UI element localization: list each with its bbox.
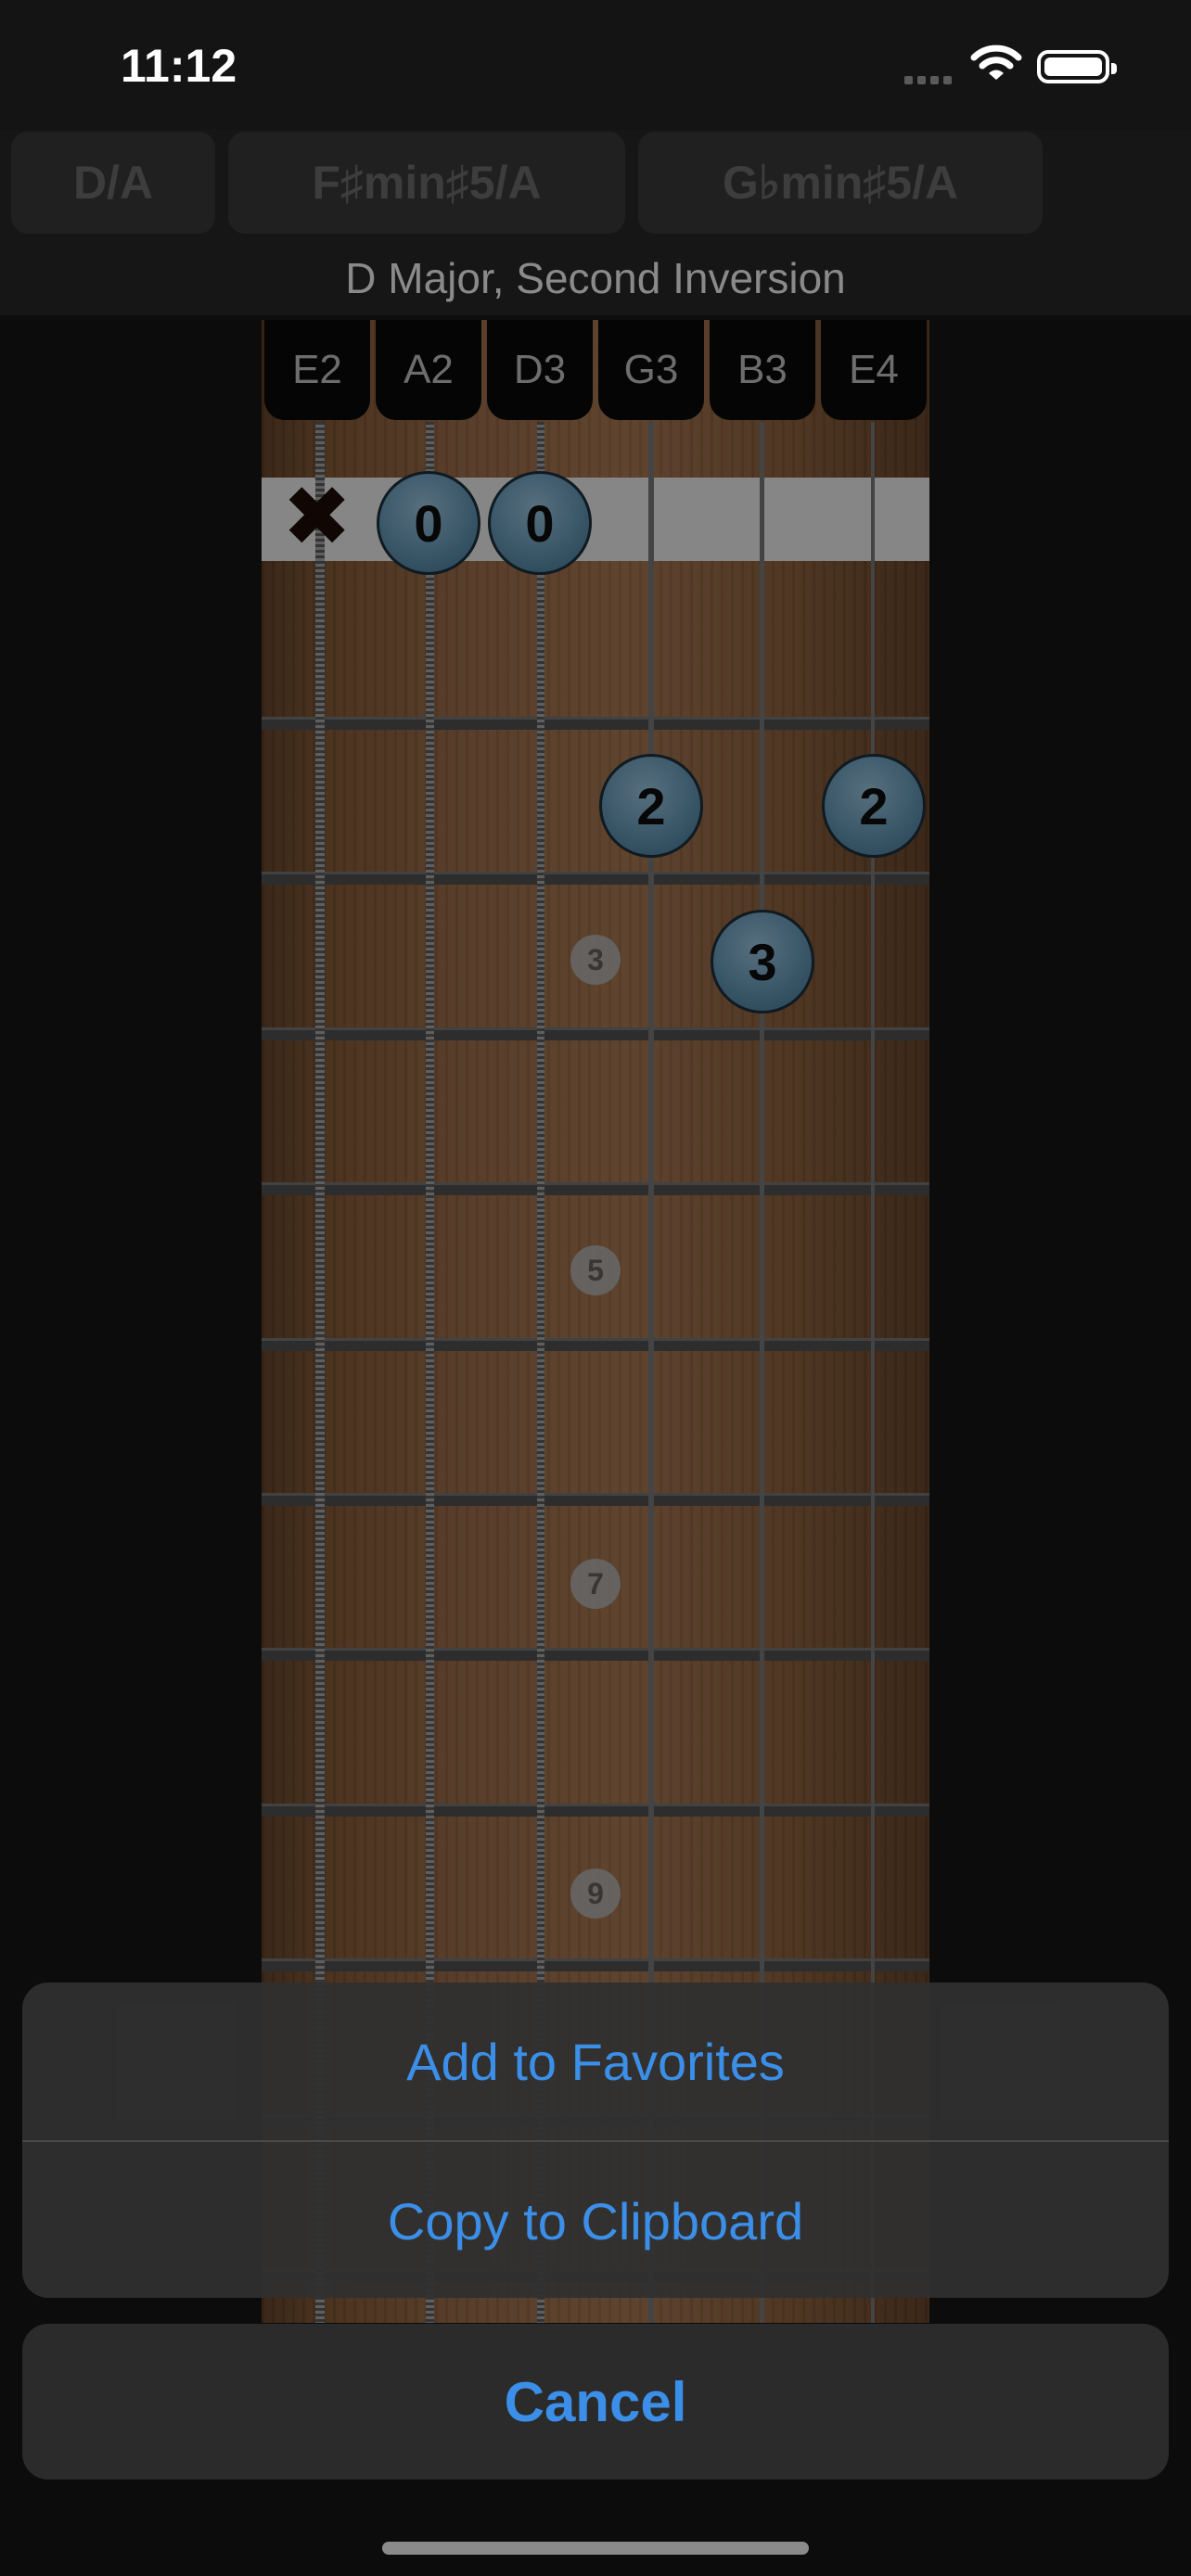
cellular-signal-icon [904, 70, 956, 88]
string-labels: E2 A2 D3 G3 B3 E4 [262, 320, 929, 422]
open-string-d3[interactable]: 0 [488, 471, 592, 575]
fret-marker-3: 3 [570, 935, 621, 985]
finger-g3[interactable]: 2 [599, 754, 703, 858]
wifi-icon [970, 43, 1022, 87]
string-label-b3: B3 [710, 320, 815, 420]
fret-marker-5: 5 [570, 1245, 621, 1295]
string-label-d3: D3 [487, 320, 593, 420]
status-bar: 11:12 [0, 0, 1191, 130]
battery-icon [1037, 50, 1117, 83]
status-time: 11:12 [121, 40, 237, 92]
action-sheet: Add to Favorites Copy to Clipboard [22, 1983, 1169, 2298]
copy-to-clipboard-button[interactable]: Copy to Clipboard [22, 2142, 1169, 2298]
cancel-button[interactable]: Cancel [22, 2324, 1169, 2480]
home-indicator [382, 2542, 809, 2555]
mute-icon: ✖ [282, 468, 352, 566]
chip-f-sharp-min[interactable]: F♯min♯5/A [228, 132, 625, 234]
chord-variant-bar: D/A F♯min♯5/A G♭min♯5/A [0, 130, 1191, 236]
string-label-a2: A2 [376, 320, 481, 420]
fret-line [262, 1182, 929, 1195]
fret-line [262, 1958, 929, 1971]
nut [262, 478, 929, 561]
fret-line [262, 717, 929, 730]
fret-line [262, 1027, 929, 1040]
fret-marker-7: 7 [570, 1559, 621, 1609]
add-to-favorites-button[interactable]: Add to Favorites [22, 1983, 1169, 2140]
fret-line [262, 1804, 929, 1817]
finger-b3[interactable]: 3 [711, 910, 814, 1014]
open-string-a2[interactable]: 0 [377, 471, 480, 575]
chord-name: D Major, Second Inversion [0, 236, 1191, 320]
chip-d-a[interactable]: D/A [11, 132, 215, 234]
fret-line [262, 1493, 929, 1506]
fret-line [262, 1338, 929, 1351]
fret-line [262, 1648, 929, 1661]
string-label-e4: E4 [821, 320, 927, 420]
fret-line [262, 872, 929, 885]
fret-marker-9: 9 [570, 1868, 621, 1919]
chip-g-flat-min[interactable]: G♭min♯5/A [638, 132, 1043, 234]
finger-e4[interactable]: 2 [822, 754, 926, 858]
string-label-e2: E2 [264, 320, 370, 420]
string-label-g3: G3 [598, 320, 704, 420]
